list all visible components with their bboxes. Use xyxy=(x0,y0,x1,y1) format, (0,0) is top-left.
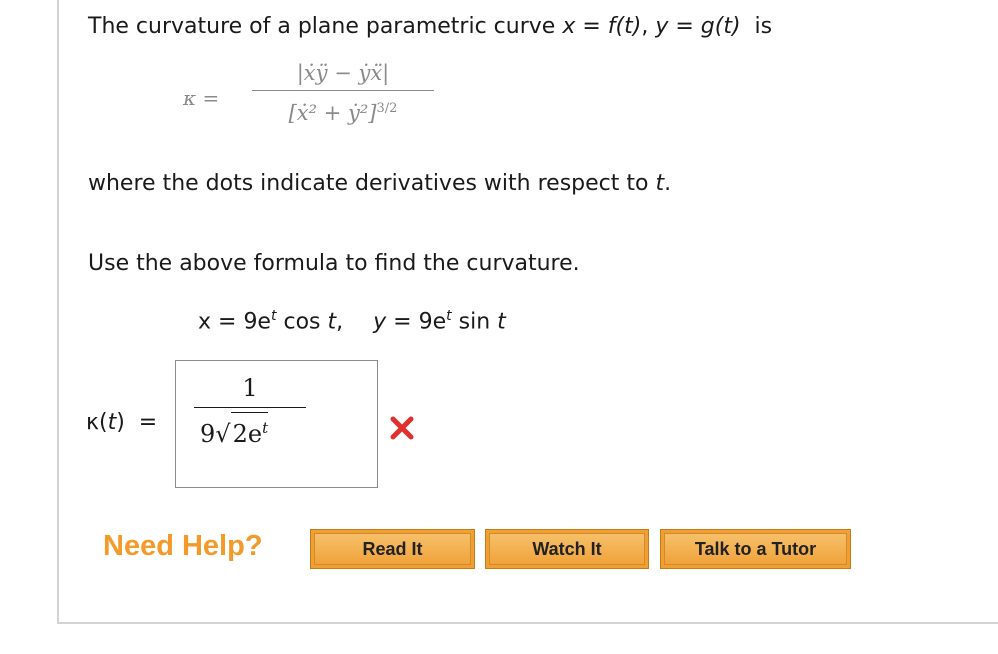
answer-input[interactable]: 1 9√2et xyxy=(175,360,378,488)
instruction-text: Use the above formula to find the curvat… xyxy=(88,251,580,276)
incorrect-x-icon xyxy=(390,416,414,440)
formula-numerator: |ẋÿ − ẏẍ| xyxy=(296,61,390,85)
parametric-equations: x = 9et cos t, y = 9et sin t xyxy=(198,308,506,335)
answer-fraction-bar xyxy=(194,407,306,408)
answer-expression: 1 9√2et xyxy=(194,371,306,452)
kappa-label: κ(t) = xyxy=(86,410,158,435)
formula-denominator: [ẋ² + ẏ²]3/2 xyxy=(288,101,398,125)
radicand: 2et xyxy=(230,412,269,449)
watch-it-button[interactable]: Watch It xyxy=(485,529,649,569)
read-it-button[interactable]: Read It xyxy=(310,529,475,569)
sqrt-sign: √ xyxy=(215,420,231,448)
derivative-note: where the dots indicate derivatives with… xyxy=(88,171,672,196)
intro-text: The curvature of a plane parametric curv… xyxy=(88,14,773,39)
answer-numerator: 1 xyxy=(242,374,258,402)
talk-to-tutor-button[interactable]: Talk to a Tutor xyxy=(660,529,851,569)
watch-it-label: Watch It xyxy=(489,533,645,565)
curvature-formula: |ẋÿ − ẏẍ| [ẋ² + ẏ²]3/2 xyxy=(252,58,434,125)
formula-lhs: κ = xyxy=(183,86,220,110)
talk-to-tutor-label: Talk to a Tutor xyxy=(664,533,847,565)
answer-denominator: 9√2et xyxy=(194,412,306,452)
fraction-bar xyxy=(252,90,434,91)
read-it-label: Read It xyxy=(314,533,471,565)
need-help-label: Need Help? xyxy=(103,530,263,562)
